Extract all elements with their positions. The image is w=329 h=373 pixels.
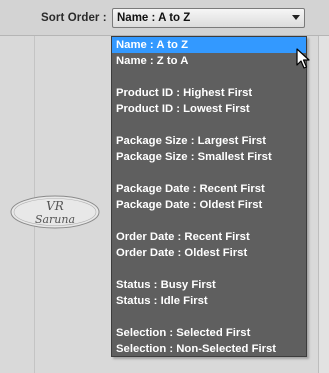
logo-text-line1: VR: [46, 199, 64, 213]
sort-option[interactable]: Order Date : Recent First: [112, 229, 306, 245]
mouse-cursor-icon: [296, 48, 310, 69]
sort-option[interactable]: Order Date : Oldest First: [112, 245, 306, 261]
scrollbar[interactable]: [318, 36, 329, 373]
sort-option[interactable]: Product ID : Lowest First: [112, 101, 306, 117]
sort-option[interactable]: Product ID : Highest First: [112, 85, 306, 101]
sort-option[interactable]: Status : Idle First: [112, 293, 306, 309]
sort-order-dropdown-menu: Name : A to Z Name : Z to A Product ID : H…: [111, 36, 307, 357]
chevron-down-icon[interactable]: [292, 15, 300, 20]
sort-option[interactable]: Name : Z to A: [112, 53, 306, 69]
sort-option[interactable]: Selection : Selected First: [112, 325, 306, 341]
sort-option[interactable]: Package Size : Smallest First: [112, 149, 306, 165]
sort-option[interactable]: Status : Busy First: [112, 277, 306, 293]
sort-option[interactable]: Package Date : Oldest First: [112, 197, 306, 213]
sort-option[interactable]: Package Date : Recent First: [112, 181, 306, 197]
vr-saruna-logo: VR Saruna: [10, 195, 100, 229]
sort-option[interactable]: Selection : Non-Selected First: [112, 341, 306, 357]
sort-order-selected-value: Name : A to Z: [117, 12, 191, 24]
logo-text-line2: Saruna: [35, 213, 75, 226]
sort-option[interactable]: Name : A to Z: [112, 37, 306, 53]
sort-order-label: Sort Order :: [41, 12, 107, 24]
sort-order-select[interactable]: Name : A to Z: [112, 8, 305, 28]
sort-option[interactable]: Package Size : Largest First: [112, 133, 306, 149]
